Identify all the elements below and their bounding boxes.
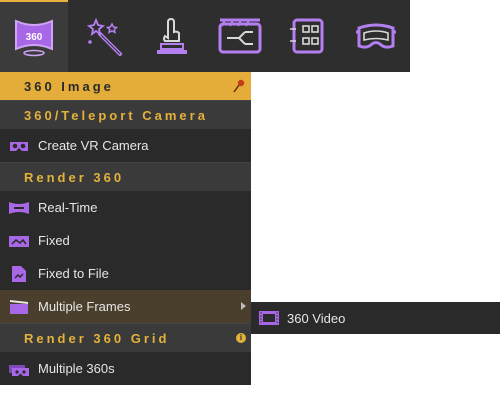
submenu-arrow-icon xyxy=(241,302,246,310)
section-header-teleport: 360/Teleport Camera xyxy=(0,101,251,129)
menu-item-label: Fixed xyxy=(38,233,70,248)
section-header-render360grid: Render 360 Grid i xyxy=(0,324,251,352)
clapper-frames-icon xyxy=(0,299,38,315)
submenu-item-360-video[interactable]: 360 Video xyxy=(251,302,500,334)
menu-item-label: Real-Time xyxy=(38,200,98,215)
vr-camera-icon xyxy=(0,139,38,153)
magic-wand-icon xyxy=(86,17,122,56)
panorama-fixed-icon xyxy=(0,234,38,248)
info-icon[interactable]: i xyxy=(236,333,246,343)
film-clapper-icon xyxy=(218,18,262,54)
section-teleport-label: 360/Teleport Camera xyxy=(24,107,208,123)
toolbar-grid-button[interactable] xyxy=(274,0,342,72)
menu-item-label: Multiple Frames xyxy=(38,299,131,314)
section-header-render360: Render 360 xyxy=(0,163,251,191)
toolbar: 360 xyxy=(0,0,410,72)
section-render360grid-label: Render 360 Grid xyxy=(24,330,170,346)
menu-item-multiple-360s[interactable]: Multiple 360s xyxy=(0,352,251,385)
svg-text:360: 360 xyxy=(26,32,43,43)
menu-item-label: Multiple 360s xyxy=(38,361,115,376)
vr-stack-icon xyxy=(0,361,38,377)
menu-item-create-vr-camera[interactable]: Create VR Camera xyxy=(0,129,251,162)
360-image-icon: 360 xyxy=(15,19,53,57)
toolbar-vr-button[interactable] xyxy=(342,0,410,72)
menu-title: 360 Image xyxy=(0,72,251,100)
menu-item-fixed-to-file[interactable]: Fixed to File xyxy=(0,257,251,290)
toolbar-magic-wand-button[interactable] xyxy=(70,0,138,72)
toolbar-360-image-button[interactable]: 360 xyxy=(0,0,68,72)
menu-title-label: 360 Image xyxy=(24,78,114,94)
menu-item-label: Create VR Camera xyxy=(38,138,149,153)
dropdown-menu: 360 Image 360/Teleport Camera Create VR … xyxy=(0,72,251,385)
grid-panel-icon xyxy=(290,18,324,54)
menu-item-fixed[interactable]: Fixed xyxy=(0,224,251,257)
section-render360-label: Render 360 xyxy=(24,169,125,185)
toolbar-touch-button[interactable] xyxy=(137,0,205,72)
menu-item-multiple-frames[interactable]: Multiple Frames xyxy=(0,290,251,323)
touch-pointer-icon xyxy=(157,17,187,54)
pin-icon[interactable] xyxy=(233,79,245,93)
menu-item-real-time[interactable]: Real-Time xyxy=(0,191,251,224)
panorama-realtime-icon xyxy=(0,201,38,215)
submenu-item-label: 360 Video xyxy=(287,310,346,326)
film-strip-icon xyxy=(251,310,287,326)
vr-headset-icon xyxy=(356,23,396,49)
file-icon xyxy=(0,265,38,283)
toolbar-film-button[interactable] xyxy=(206,0,274,72)
menu-item-label: Fixed to File xyxy=(38,266,109,281)
